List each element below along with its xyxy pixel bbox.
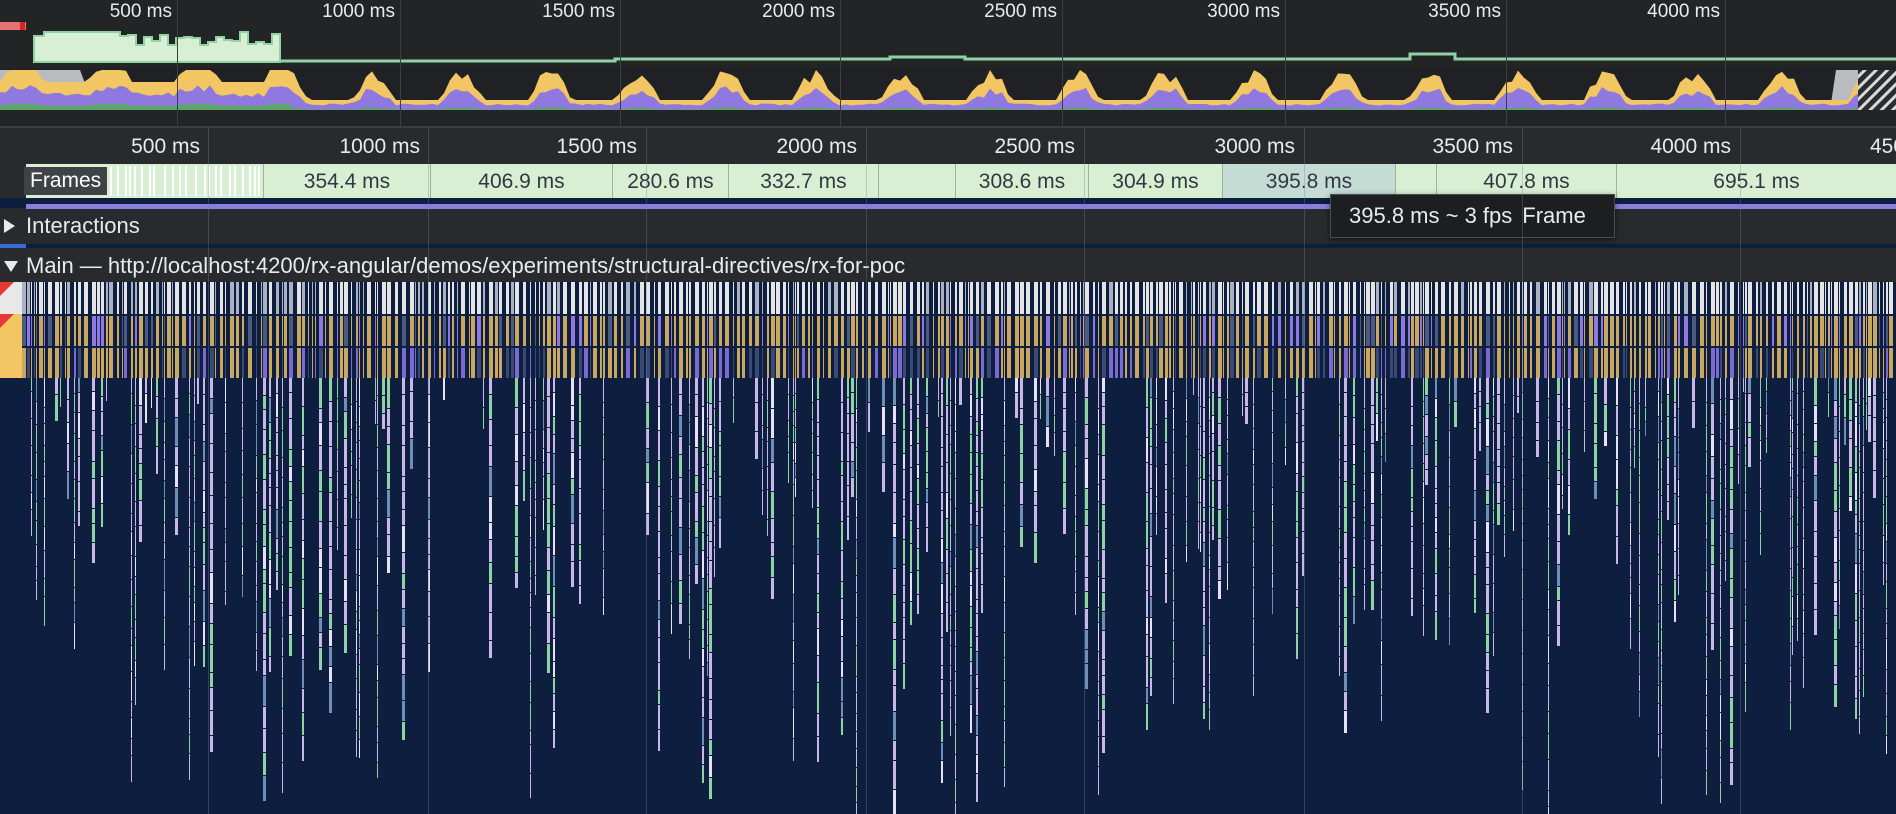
overview-ruler: 500 ms 1000 ms 1500 ms 2000 ms 2500 ms 3000 m… bbox=[0, 0, 1896, 24]
overview-tick-label: 1500 ms bbox=[542, 1, 615, 22]
short-frame-marker[interactable] bbox=[117, 166, 119, 196]
overview-tick-label: 2500 ms bbox=[984, 1, 1057, 22]
overview-gridline bbox=[620, 0, 621, 128]
fps-area bbox=[33, 31, 281, 63]
timeline-tick-label: 3000 ms bbox=[1214, 135, 1295, 158]
overview-gridline bbox=[1285, 0, 1286, 128]
fps-chart bbox=[33, 31, 1896, 63]
short-frame-marker[interactable] bbox=[153, 166, 155, 196]
short-frame-marker[interactable] bbox=[254, 166, 256, 196]
tooltip-type: Frame bbox=[1522, 203, 1586, 228]
short-frame-marker[interactable] bbox=[149, 166, 151, 196]
overview-gridline bbox=[400, 0, 401, 128]
short-frame-marker[interactable] bbox=[185, 166, 187, 196]
timeline-tick-label: 2500 ms bbox=[994, 135, 1075, 158]
timeline-gridline bbox=[1084, 128, 1085, 814]
overview-gridline bbox=[1506, 0, 1507, 128]
short-frame-marker[interactable] bbox=[215, 166, 217, 196]
short-frame-marker[interactable] bbox=[258, 166, 260, 196]
tooltip-duration: 395.8 ms ~ 3 fps bbox=[1349, 203, 1513, 228]
short-frame-marker[interactable] bbox=[134, 166, 136, 196]
frames-selection-underline bbox=[26, 204, 1896, 209]
timeline-tick-label: 500 ms bbox=[131, 135, 200, 158]
timeline-gridline bbox=[1740, 128, 1741, 814]
flame-chart-canvas bbox=[0, 282, 1893, 814]
overview-tick-label: 500 ms bbox=[109, 1, 172, 22]
short-frame-marker[interactable] bbox=[234, 166, 236, 196]
timeline-gridline bbox=[428, 128, 429, 814]
interactions-track-title: Interactions bbox=[26, 213, 140, 238]
fps-line bbox=[280, 52, 1896, 63]
main-thread-track-header[interactable]: Main — http://localhost:4200/rx-angular/… bbox=[0, 248, 1896, 282]
collapse-chevron-down-icon[interactable] bbox=[4, 261, 18, 272]
frame-item[interactable]: 304.9 ms bbox=[1088, 164, 1222, 198]
timeline-tick-label: 2000 ms bbox=[776, 135, 857, 158]
overview-gridline bbox=[177, 0, 178, 128]
short-frame-marker[interactable] bbox=[204, 166, 206, 196]
timeline-gridline bbox=[208, 128, 209, 814]
frames-track-label: Frames bbox=[24, 167, 108, 195]
frame-item[interactable]: 406.9 ms bbox=[430, 164, 612, 198]
short-frame-marker[interactable] bbox=[195, 166, 197, 196]
short-frame-marker[interactable] bbox=[242, 166, 244, 196]
frame-item[interactable]: 695.1 ms bbox=[1616, 164, 1896, 198]
frame-item[interactable] bbox=[878, 164, 955, 198]
short-frame-marker[interactable] bbox=[249, 166, 251, 196]
overview-tick-label: 3500 ms bbox=[1428, 1, 1501, 22]
short-frame-marker[interactable] bbox=[229, 166, 231, 196]
timeline-tick-label: 4000 ms bbox=[1650, 135, 1731, 158]
frame-item[interactable]: 280.6 ms bbox=[612, 164, 728, 198]
frames-track[interactable]: 354.4 ms 406.9 ms 280.6 ms 332.7 ms 308.6 ms… bbox=[0, 164, 1896, 198]
overview-gridline bbox=[840, 0, 841, 128]
short-frame-marker[interactable] bbox=[172, 166, 174, 196]
timeline-gridline bbox=[646, 128, 647, 814]
frame-item[interactable]: 332.7 ms bbox=[728, 164, 878, 198]
short-frame-marker[interactable] bbox=[220, 166, 222, 196]
overview-tick-label: 3000 ms bbox=[1207, 1, 1280, 22]
timeline-tick-label: 1000 ms bbox=[339, 135, 420, 158]
frame-tooltip: 395.8 ms ~ 3 fps Frame bbox=[1330, 194, 1615, 238]
frame-item[interactable]: 395.8 ms bbox=[1222, 164, 1395, 198]
short-frame-marker[interactable] bbox=[164, 166, 166, 196]
overview-gridline bbox=[1725, 0, 1726, 128]
overview-gridline bbox=[1062, 0, 1063, 128]
cpu-activity-chart bbox=[0, 68, 1896, 110]
overview-tick-label: 4000 ms bbox=[1647, 1, 1720, 22]
overview-tick-label: 2000 ms bbox=[762, 1, 835, 22]
frame-item[interactable]: 407.8 ms bbox=[1436, 164, 1616, 198]
short-frame-marker[interactable] bbox=[125, 166, 127, 196]
main-time-ruler: 500 ms 1000 ms 1500 ms 2000 ms 2500 ms 3000 m… bbox=[0, 128, 1896, 164]
timeline-gridline bbox=[1522, 128, 1523, 814]
short-frame-marker[interactable] bbox=[141, 166, 143, 196]
timeline-tick-label: 1500 ms bbox=[556, 135, 637, 158]
cpu-pending-area bbox=[1858, 70, 1896, 110]
timeline-gridline bbox=[1304, 128, 1305, 814]
timeline-tick-label: 3500 ms bbox=[1432, 135, 1513, 158]
short-frame-marker[interactable] bbox=[179, 166, 181, 196]
expand-chevron-right-icon[interactable] bbox=[4, 219, 15, 233]
frame-item[interactable]: 354.4 ms bbox=[263, 164, 430, 198]
overview-tick-label: 1000 ms bbox=[322, 1, 395, 22]
main-thread-track-title: Main — http://localhost:4200/rx-angular/… bbox=[26, 253, 906, 278]
main-thread-flame-chart[interactable] bbox=[0, 282, 1896, 814]
frame-item[interactable] bbox=[1395, 164, 1436, 198]
timeline-tick-label: 450 bbox=[1870, 135, 1896, 158]
timeline-gridline bbox=[866, 128, 867, 814]
timeline-overview[interactable]: 500 ms 1000 ms 1500 ms 2000 ms 2500 ms 3000 m… bbox=[0, 0, 1896, 128]
short-frame-marker[interactable] bbox=[110, 166, 112, 196]
frame-item[interactable]: 308.6 ms bbox=[955, 164, 1088, 198]
short-frame-marker[interactable] bbox=[129, 166, 131, 196]
